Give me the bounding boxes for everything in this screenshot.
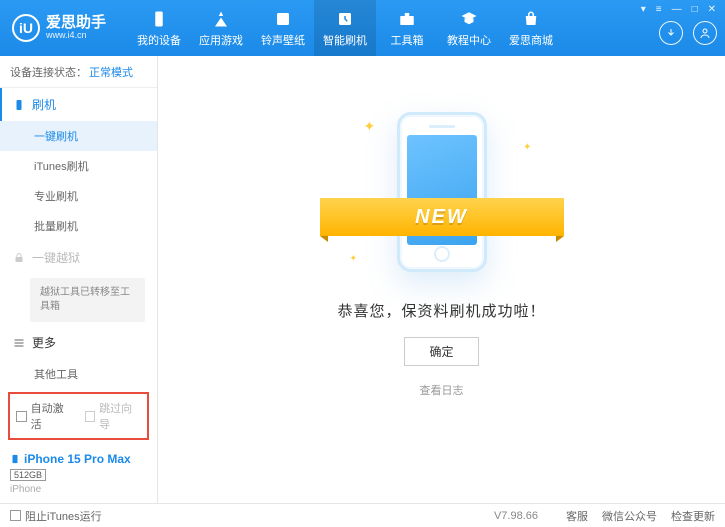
status-value: 正常模式	[89, 64, 133, 80]
footer-link-update[interactable]: 检查更新	[671, 508, 715, 524]
close-icon[interactable]: ✕	[705, 4, 719, 15]
sparkle-icon: ✦	[523, 142, 531, 153]
footer-link-wechat[interactable]: 微信公众号	[602, 508, 657, 524]
user-button[interactable]	[693, 21, 717, 45]
sidebar-section-more[interactable]: 更多	[0, 326, 157, 359]
device-storage: 512GB	[10, 469, 46, 481]
maximize-icon[interactable]: □	[689, 4, 701, 15]
phone-icon	[397, 112, 487, 272]
device-type: iPhone	[10, 484, 147, 495]
sidebar-item-other-tools[interactable]: 其他工具	[0, 359, 157, 386]
app-header: iU 爱思助手 www.i4.cn 我的设备 应用游戏 铃声壁纸 智能刷机 工具…	[0, 0, 725, 56]
lock-icon	[12, 251, 26, 265]
nav-toolbox[interactable]: 工具箱	[376, 0, 438, 56]
minimize-icon[interactable]: —	[669, 4, 685, 15]
download-button[interactable]	[659, 21, 683, 45]
sidebar: 设备连接状态： 正常模式 刷机 一键刷机 iTunes刷机 专业刷机 批量刷机 …	[0, 56, 158, 503]
brand-url: www.i4.cn	[46, 31, 106, 41]
footer: 阻止iTunes运行 V7.98.66 客服 微信公众号 检查更新	[0, 503, 725, 527]
top-nav: 我的设备 应用游戏 铃声壁纸 智能刷机 工具箱 教程中心 爱思商城	[128, 0, 562, 56]
flash-icon	[12, 98, 26, 112]
nav-store[interactable]: 爱思商城	[500, 0, 562, 56]
window-controls: ▾ ≡ — □ ✕	[638, 4, 719, 15]
sidebar-item-itunes-flash[interactable]: iTunes刷机	[0, 151, 157, 181]
success-illustration: NEW ✦ ✦ ✦	[342, 112, 542, 282]
success-message: 恭喜您，保资料刷机成功啦！	[337, 300, 545, 321]
checkbox-skip-guide[interactable]: 跳过向导	[85, 400, 142, 432]
main-content: NEW ✦ ✦ ✦ 恭喜您，保资料刷机成功啦！ 确定 查看日志	[158, 56, 725, 503]
nav-apps-games[interactable]: 应用游戏	[190, 0, 252, 56]
sidebar-item-batch-flash[interactable]: 批量刷机	[0, 211, 157, 241]
jailbreak-note: 越狱工具已转移至工具箱	[30, 278, 145, 322]
sparkle-icon: ✦	[350, 253, 358, 264]
ok-button[interactable]: 确定	[404, 337, 478, 366]
brand-logo: iU 爱思助手 www.i4.cn	[12, 14, 106, 42]
version-label: V7.98.66	[494, 510, 538, 522]
nav-ringtones[interactable]: 铃声壁纸	[252, 0, 314, 56]
highlight-checkbox-row: 自动激活 跳过向导	[8, 392, 149, 440]
dropdown-icon[interactable]: ▾	[638, 4, 649, 15]
sidebar-item-oneclick-flash[interactable]: 一键刷机	[0, 121, 157, 151]
nav-tutorials[interactable]: 教程中心	[438, 0, 500, 56]
checkbox-auto-activate[interactable]: 自动激活	[16, 400, 73, 432]
view-log-link[interactable]: 查看日志	[420, 382, 464, 398]
menu-icon[interactable]: ≡	[653, 4, 665, 15]
nav-smart-flash[interactable]: 智能刷机	[314, 0, 376, 56]
device-name[interactable]: iPhone 15 Pro Max	[10, 452, 147, 466]
new-ribbon: NEW	[320, 198, 564, 236]
nav-my-device[interactable]: 我的设备	[128, 0, 190, 56]
logo-icon: iU	[12, 14, 40, 42]
more-icon	[12, 336, 26, 350]
sidebar-section-jailbreak: 一键越狱	[0, 241, 157, 274]
footer-link-support[interactable]: 客服	[566, 508, 588, 524]
brand-title: 爱思助手	[46, 15, 106, 32]
checkbox-block-itunes[interactable]: 阻止iTunes运行	[10, 508, 102, 524]
device-info: iPhone 15 Pro Max 512GB iPhone	[0, 446, 157, 503]
sidebar-item-pro-flash[interactable]: 专业刷机	[0, 181, 157, 211]
connection-status: 设备连接状态： 正常模式	[0, 56, 157, 88]
sparkle-icon: ✦	[364, 118, 376, 135]
sidebar-section-flash[interactable]: 刷机	[0, 88, 157, 121]
